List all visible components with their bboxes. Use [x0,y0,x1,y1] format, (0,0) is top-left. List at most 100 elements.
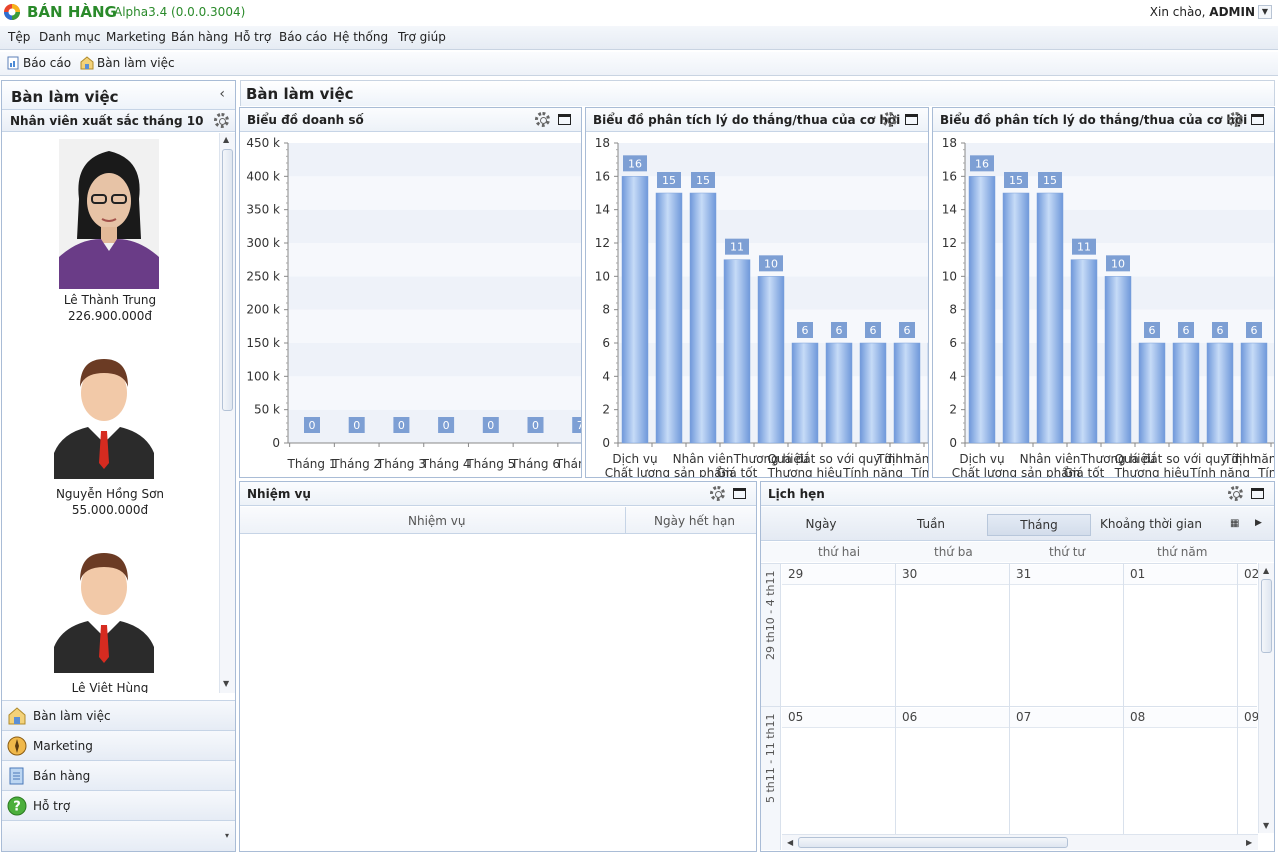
chart-bar [757,276,785,444]
scroll-left-icon[interactable]: ◀ [787,838,793,847]
calendar-day-cell[interactable]: 05 [782,707,896,850]
collapse-chevron-icon[interactable]: ‹ [219,86,225,102]
tab-month[interactable]: Tháng [987,514,1091,536]
toolbar-workspace-button[interactable]: Bàn làm việc [97,56,175,70]
chart-band [288,276,581,310]
data-label: 0 [443,419,450,432]
menu-catalog[interactable]: Danh mục [39,30,101,44]
calendar-day-cell[interactable]: 29 [782,564,896,707]
x-tick-label: Tính năng [1189,466,1250,477]
workspace-icon [8,707,26,725]
y-tick-label: 150 k [246,336,280,350]
chart-bar [893,342,921,444]
maximize-icon[interactable] [1251,488,1264,499]
calendar-day-cell[interactable]: 30 [896,564,1010,707]
menu-file[interactable]: Tệp [8,30,30,44]
x-tick-label: Tính năng [1257,466,1274,477]
task-column-header[interactable]: Nhiệm vụ [408,514,466,528]
nav-label: Marketing [33,739,93,753]
scroll-down-icon[interactable]: ▼ [1263,821,1269,830]
menu-help[interactable]: Trợ giúp [398,30,446,44]
calendar-day-cell[interactable]: 08 [1124,707,1238,850]
menu-support[interactable]: Hỗ trợ [234,30,271,44]
menu-sales[interactable]: Bán hàng [171,30,228,44]
calendar-day-cell[interactable]: 06 [896,707,1010,850]
employee-avatar [54,553,154,673]
scroll-thumb[interactable] [222,149,233,411]
settings-gear-icon[interactable] [1228,486,1243,501]
menu-reports[interactable]: Báo cáo [279,30,327,44]
widget-title: Biểu đồ doanh số [247,113,364,127]
scroll-up-icon[interactable]: ▲ [1263,566,1269,575]
x-tick-label: Nhân viên [1020,452,1081,466]
top-employees-title: Nhân viên xuất sắc tháng 10 [10,114,204,128]
main-title: Bàn làm việc [246,85,354,103]
y-tick-label: 8 [602,303,610,317]
data-label: 0 [353,419,360,432]
date-number: 06 [896,708,1009,728]
settings-gear-icon[interactable] [214,113,229,128]
calendar-week-row: 29 th10 - 4 th11 29 30 31 01 02 [761,563,1259,707]
week-label: 5 th11 - 11 th11 [764,713,777,803]
y-tick-label: 0 [949,436,957,450]
x-tick-label: Tháng 5 [465,457,515,471]
settings-gear-icon[interactable] [535,112,550,127]
tab-timeline[interactable]: Khoảng thời gian [1099,514,1203,536]
scroll-thumb[interactable] [1261,579,1272,653]
calendar-day-cell[interactable]: 02 [1238,564,1259,707]
settings-gear-icon[interactable] [710,486,725,501]
menu-marketing[interactable]: Marketing [106,30,166,44]
scroll-thumb[interactable] [798,837,1068,848]
nav-more-icon[interactable]: ▾ [225,831,229,840]
scroll-up-icon[interactable]: ▲ [223,135,229,144]
chart-bar [825,342,853,444]
tab-day[interactable]: Ngày [791,514,851,536]
settings-gear-icon[interactable] [1228,112,1243,127]
menu-bar: Tệp Danh mục Marketing Bán hàng Hỗ trợ B… [0,26,1278,50]
nav-support[interactable]: ? Hỗ trợ [2,790,235,820]
x-tick-label: Giá tốt [1064,466,1105,477]
scroll-down-icon[interactable]: ▼ [223,679,229,688]
data-label: 6 [870,324,877,337]
nav-overflow[interactable]: ▾ [2,820,235,851]
calendar-grid-icon[interactable]: ▦ [1230,518,1239,529]
maximize-icon[interactable] [905,114,918,125]
employee-list-scrollbar[interactable]: ▲ ▼ [219,133,235,693]
menu-system[interactable]: Hệ thống [333,30,388,44]
maximize-icon[interactable] [558,114,571,125]
app-version: Alpha3.4 (0.0.0.3004) [114,5,246,19]
scroll-right-icon[interactable]: ▶ [1246,838,1252,847]
maximize-icon[interactable] [733,488,746,499]
nav-sales[interactable]: Bán hàng [2,760,235,790]
calendar-day-cell[interactable]: 01 [1124,564,1238,707]
x-tick-label: Tính năng [910,466,928,477]
toolbar-report-button[interactable]: Báo cáo [23,56,71,70]
main-header: Bàn làm việc [240,80,1275,106]
winloss-bar-chart: 024681012141618161515111066666Dịch vụChấ… [595,136,928,477]
calendar-day-cell[interactable]: 07 [1010,707,1124,850]
tab-week[interactable]: Tuần [901,514,961,536]
calendar-horizontal-scrollbar[interactable]: ◀ ▶ [782,834,1258,850]
date-number: 05 [782,708,895,728]
maximize-icon[interactable] [1251,114,1264,125]
data-label: 6 [1149,324,1156,337]
x-tick-label: Nhân viên [673,452,734,466]
nav-workspace[interactable]: Bàn làm việc [2,700,235,730]
settings-gear-icon[interactable] [882,112,897,127]
calendar-day-cell[interactable]: 31 [1010,564,1124,707]
x-tick-label: Tháng 7 [555,457,581,471]
next-arrow-icon[interactable]: ▶ [1255,518,1262,528]
nav-marketing[interactable]: Marketing [2,730,235,760]
y-tick-label: 350 k [246,203,280,217]
employee-sales: 55.000.000đ [71,503,149,517]
data-label: 6 [1183,324,1190,337]
data-label: 0 [309,419,316,432]
user-dropdown-icon[interactable]: ▼ [1258,5,1272,19]
due-date-column-header[interactable]: Ngày hết hạn [654,514,735,528]
x-tick-label: Thương hiệu [1114,466,1190,477]
sales-chart-widget: Biểu đồ doanh số 0 50 k 100 k 150 k 200 k 250… [239,107,582,478]
x-tick-label: Dịch vụ [959,452,1004,466]
y-tick-label: 300 k [246,236,280,250]
calendar-vertical-scrollbar[interactable]: ▲ ▼ [1258,563,1274,833]
calendar-day-cell[interactable]: 09 [1238,707,1259,850]
